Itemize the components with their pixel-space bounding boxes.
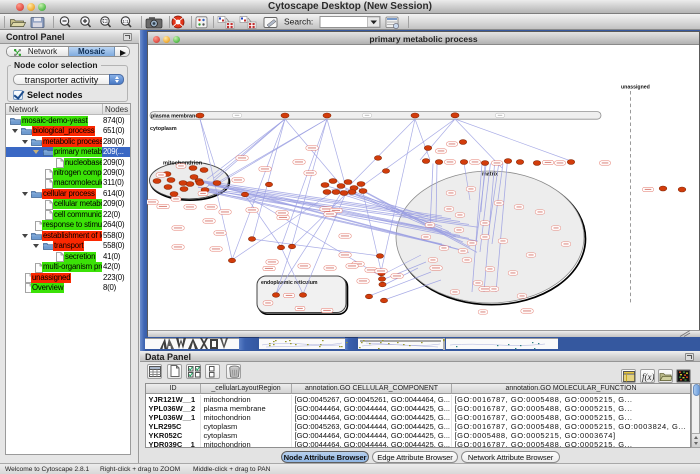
- svg-text:Search:: Search:: [284, 17, 313, 27]
- svg-text:cytoplasm: cytoplasm: [150, 126, 177, 132]
- svg-text:plasma membrane: plasma membrane: [151, 114, 198, 120]
- svg-text:1:1: 1:1: [122, 19, 129, 24]
- svg-text:f(x): f(x): [642, 372, 654, 382]
- svg-text:endoplasmic reticulum: endoplasmic reticulum: [261, 280, 318, 286]
- svg-text:unassigned: unassigned: [621, 85, 650, 91]
